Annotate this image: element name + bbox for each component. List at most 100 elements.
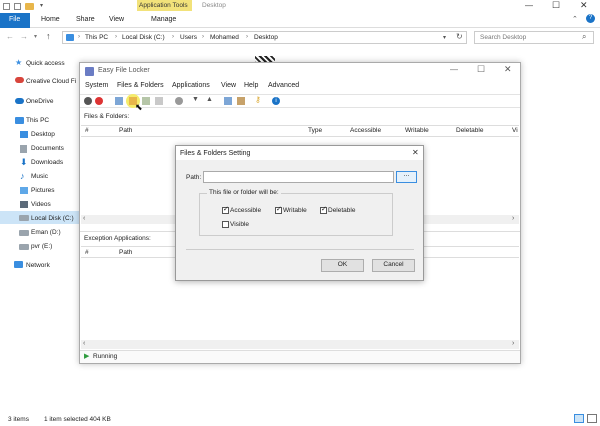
- cloud-icon: [15, 98, 24, 104]
- sidebar-item-quick-access[interactable]: Quick access: [26, 60, 65, 67]
- exc-col-number[interactable]: #: [85, 249, 89, 256]
- address-bar[interactable]: › This PC › Local Disk (C:) › Users › Mo…: [62, 31, 467, 44]
- edit-app-icon[interactable]: [237, 97, 245, 105]
- back-arrow-icon[interactable]: ←: [6, 32, 14, 41]
- col-accessible[interactable]: Accessible: [350, 127, 381, 134]
- menu-system[interactable]: System: [85, 82, 108, 89]
- sidebar-item-pvr-drive[interactable]: pvr (E:): [31, 243, 52, 250]
- menu-applications[interactable]: Applications: [172, 82, 210, 89]
- exc-col-path[interactable]: Path: [119, 249, 132, 256]
- sidebar-item-music[interactable]: Music: [31, 173, 48, 180]
- menu-help[interactable]: Help: [244, 82, 258, 89]
- details-view-icon[interactable]: [574, 414, 584, 423]
- menu-files-folders[interactable]: Files & Folders: [117, 82, 164, 89]
- maximize-button[interactable]: ☐: [552, 0, 560, 11]
- crumb-mohamed[interactable]: Mohamed: [210, 34, 239, 41]
- ribbon-tab-view[interactable]: View: [109, 16, 124, 23]
- col-number[interactable]: #: [85, 127, 89, 134]
- sidebar-item-eman-drive[interactable]: Eman (D:): [31, 229, 61, 236]
- qat-dropdown-icon[interactable]: ▾: [40, 2, 43, 9]
- stop-icon[interactable]: [95, 97, 103, 105]
- info-icon[interactable]: i: [272, 97, 280, 105]
- move-down-icon[interactable]: ▼: [192, 96, 199, 103]
- menu-view[interactable]: View: [221, 82, 236, 89]
- visible-checkbox[interactable]: [222, 221, 229, 228]
- ribbon-tab-share[interactable]: Share: [76, 16, 95, 23]
- sidebar-item-documents[interactable]: Documents: [31, 145, 64, 152]
- quick-access-toolbar-icon[interactable]: [3, 3, 10, 10]
- deletable-label: Deletable: [328, 207, 356, 214]
- large-icons-view-icon[interactable]: [587, 414, 597, 423]
- address-sep-icon: ›: [78, 34, 80, 40]
- up-arrow-icon[interactable]: ↑: [46, 31, 51, 41]
- move-up-icon[interactable]: ▲: [206, 96, 213, 103]
- address-sep-icon: ›: [246, 34, 248, 40]
- scroll-right-icon[interactable]: ›: [512, 340, 514, 347]
- scroll-left-icon[interactable]: ‹: [83, 340, 85, 347]
- ok-button[interactable]: OK: [321, 259, 364, 272]
- ribbon-tab-manage[interactable]: Manage: [151, 16, 176, 23]
- writable-checkbox[interactable]: [275, 205, 282, 214]
- search-icon[interactable]: ⌕: [582, 32, 586, 42]
- add-app-icon[interactable]: [224, 97, 232, 105]
- dialog-close-button[interactable]: ✕: [412, 148, 419, 157]
- col-writable[interactable]: Writable: [405, 127, 429, 134]
- minimize-button[interactable]: —: [525, 1, 533, 10]
- crumb-desktop[interactable]: Desktop: [254, 34, 278, 41]
- address-dropdown-icon[interactable]: ▾: [443, 34, 446, 41]
- col-visible[interactable]: Vi: [512, 127, 518, 134]
- search-input[interactable]: Search Desktop: [480, 34, 526, 41]
- sidebar-item-downloads[interactable]: Downloads: [31, 159, 63, 166]
- sidebar-item-desktop[interactable]: Desktop: [31, 131, 55, 138]
- app-close-button[interactable]: ✕: [504, 64, 512, 75]
- accessible-checkbox[interactable]: [222, 205, 229, 214]
- crumb-users[interactable]: Users: [180, 34, 197, 41]
- edit-icon[interactable]: [142, 97, 150, 105]
- refresh-icon[interactable]: ↻: [456, 32, 463, 41]
- context-tab-label: Application Tools: [139, 2, 188, 9]
- sidebar-item-this-pc[interactable]: This PC: [26, 117, 49, 124]
- exceptions-scrollbar[interactable]: ‹ ›: [81, 340, 519, 349]
- sidebar-item-network[interactable]: Network: [26, 262, 50, 269]
- ok-button-label: OK: [337, 261, 348, 268]
- properties-icon[interactable]: [155, 97, 163, 105]
- sidebar-item-onedrive[interactable]: OneDrive: [26, 98, 53, 105]
- folder-icon: [20, 131, 28, 138]
- search-box[interactable]: Search Desktop ⌕: [474, 31, 594, 44]
- app-minimize-button[interactable]: —: [450, 65, 458, 74]
- sidebar-item-videos[interactable]: Videos: [31, 201, 51, 208]
- path-field[interactable]: [203, 171, 394, 183]
- app-maximize-button[interactable]: ☐: [477, 64, 485, 75]
- drive-icon: [19, 215, 29, 221]
- ribbon-tab-file-label: File: [9, 16, 21, 23]
- sidebar-item-creative-cloud[interactable]: Creative Cloud Fi: [26, 78, 76, 85]
- col-type[interactable]: Type: [308, 127, 322, 134]
- toggle-icon[interactable]: [175, 97, 183, 105]
- col-deletable[interactable]: Deletable: [456, 127, 483, 134]
- ribbon-collapse-icon[interactable]: ⌃: [572, 15, 578, 23]
- address-sep-icon: ›: [115, 34, 117, 40]
- crumb-this-pc[interactable]: This PC: [85, 34, 108, 41]
- col-path[interactable]: Path: [119, 127, 132, 134]
- navigation-pane: ★ Quick access Creative Cloud Fi OneDriv…: [0, 52, 80, 412]
- cancel-button[interactable]: Cancel: [372, 259, 415, 272]
- deletable-checkbox[interactable]: [320, 205, 327, 214]
- sidebar-item-local-disk[interactable]: Local Disk (C:): [31, 215, 74, 222]
- sidebar-item-pictures[interactable]: Pictures: [31, 187, 54, 194]
- scroll-right-icon[interactable]: ›: [512, 215, 514, 222]
- properties-icon[interactable]: [14, 3, 21, 10]
- browse-button[interactable]: ...: [396, 171, 417, 183]
- browse-button-label: ...: [403, 171, 410, 178]
- forward-arrow-icon[interactable]: →: [20, 32, 28, 41]
- menu-advanced[interactable]: Advanced: [268, 82, 299, 89]
- recent-locations-icon[interactable]: ▾: [34, 33, 37, 40]
- key-icon[interactable]: ⚷: [255, 95, 261, 104]
- network-icon: [14, 261, 23, 268]
- scroll-left-icon[interactable]: ‹: [83, 215, 85, 222]
- ribbon-tab-home[interactable]: Home: [41, 16, 60, 23]
- crumb-local-disk[interactable]: Local Disk (C:): [122, 34, 165, 41]
- add-file-icon[interactable]: [115, 97, 123, 105]
- help-icon[interactable]: ?: [586, 14, 595, 23]
- close-button[interactable]: ✕: [580, 0, 588, 11]
- start-icon[interactable]: [84, 97, 92, 105]
